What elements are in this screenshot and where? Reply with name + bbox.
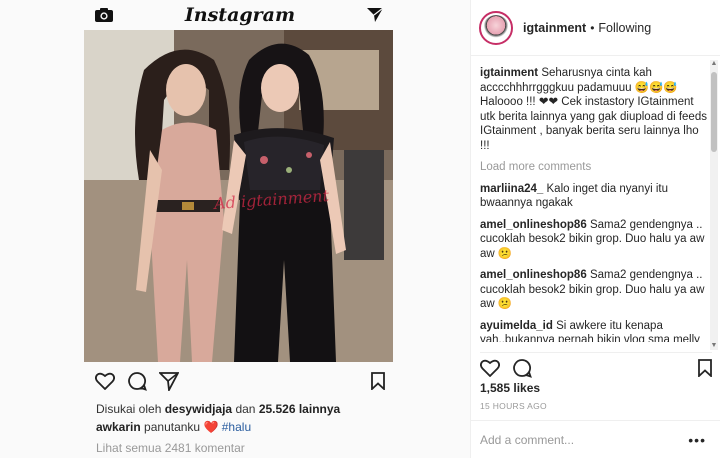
list-item: amel_onlineshop86 Sama2 gendengnya .. cu… bbox=[480, 218, 710, 262]
scroll-up-arrow-icon[interactable]: ▲ bbox=[710, 60, 718, 68]
avatar[interactable] bbox=[479, 10, 513, 45]
header-separator: • bbox=[590, 20, 595, 35]
header-username[interactable]: igtainment bbox=[523, 21, 586, 35]
post-action-bar bbox=[480, 352, 712, 378]
comment-icon[interactable] bbox=[512, 358, 532, 378]
post-header: igtainment • Following bbox=[471, 0, 720, 56]
comments-scrollbar[interactable]: ▲ ▼ bbox=[710, 60, 718, 350]
direct-icon bbox=[366, 6, 384, 24]
post-media-panel: Instagram Ad igtainment Disukai oleh des… bbox=[0, 0, 470, 458]
caption-hashtag: #halu bbox=[221, 420, 252, 434]
post-photo[interactable]: Ad igtainment bbox=[84, 30, 393, 362]
more-icon[interactable]: ••• bbox=[688, 432, 706, 448]
heart-icon bbox=[95, 372, 115, 390]
liked-by-prefix: Disukai oleh bbox=[96, 402, 162, 416]
scrollbar-thumb[interactable] bbox=[711, 72, 717, 152]
caption-comment: igtainment Seharusnya cinta kah acccchhh… bbox=[480, 66, 710, 153]
comment-username[interactable]: amel_onlineshop86 bbox=[480, 269, 587, 281]
bookmark-icon bbox=[371, 372, 385, 390]
embedded-topbar: Instagram bbox=[84, 0, 394, 30]
list-item: amel_onlineshop86 Sama2 gendengnya .. cu… bbox=[480, 268, 710, 312]
comments-list: igtainment Seharusnya cinta kah acccchhh… bbox=[480, 66, 710, 342]
comment-username[interactable]: igtainment bbox=[480, 67, 538, 79]
camera-icon bbox=[94, 7, 114, 23]
liked-by-user: desywidjaja bbox=[164, 402, 233, 416]
liked-by-count: 25.526 lainnya bbox=[258, 402, 341, 416]
list-item: marliina24_ Kalo inget dia nyanyi itu bw… bbox=[480, 182, 710, 211]
instagram-post-window: Instagram Ad igtainment Disukai oleh des… bbox=[0, 0, 720, 458]
list-item: ayuimelda_id Si awkere itu kenapa yah..b… bbox=[480, 319, 710, 343]
embedded-action-bar bbox=[95, 370, 385, 392]
add-comment-bar: Add a comment... ••• bbox=[471, 420, 720, 458]
comment-icon bbox=[127, 371, 147, 391]
embedded-view-all-comments: Lihat semua 2481 komentar bbox=[96, 441, 245, 455]
likes-count[interactable]: 1,585 likes bbox=[480, 381, 540, 395]
comment-username[interactable]: marliina24_ bbox=[480, 183, 543, 195]
add-comment-input[interactable]: Add a comment... bbox=[480, 433, 688, 447]
comment-username[interactable]: amel_onlineshop86 bbox=[480, 219, 587, 231]
comment-username[interactable]: ayuimelda_id bbox=[480, 320, 553, 332]
liked-by-joiner: dan bbox=[235, 402, 256, 416]
comment-text: Seharusnya cinta kah acccchhhrrgggkuu pa… bbox=[480, 67, 707, 152]
share-icon bbox=[159, 371, 179, 391]
scroll-down-arrow-icon[interactable]: ▼ bbox=[710, 342, 718, 350]
post-details-panel: igtainment • Following igtainment Seharu… bbox=[471, 0, 720, 458]
load-more-comments[interactable]: Load more comments bbox=[480, 160, 710, 175]
caption-text: panutanku bbox=[144, 420, 201, 434]
following-button[interactable]: Following bbox=[598, 21, 651, 35]
caption-emoji: ❤️ bbox=[203, 420, 219, 434]
bookmark-icon[interactable] bbox=[698, 358, 712, 377]
embedded-liked-by: Disukai oleh desywidjaja dan 25.526 lain… bbox=[96, 402, 340, 416]
heart-icon[interactable] bbox=[480, 359, 500, 377]
embedded-caption: awkarin panutanku ❤️ #halu bbox=[96, 420, 251, 434]
instagram-logo: Instagram bbox=[184, 4, 296, 26]
post-timestamp: 15 HOURS AGO bbox=[480, 401, 547, 411]
caption-user: awkarin bbox=[96, 420, 141, 434]
